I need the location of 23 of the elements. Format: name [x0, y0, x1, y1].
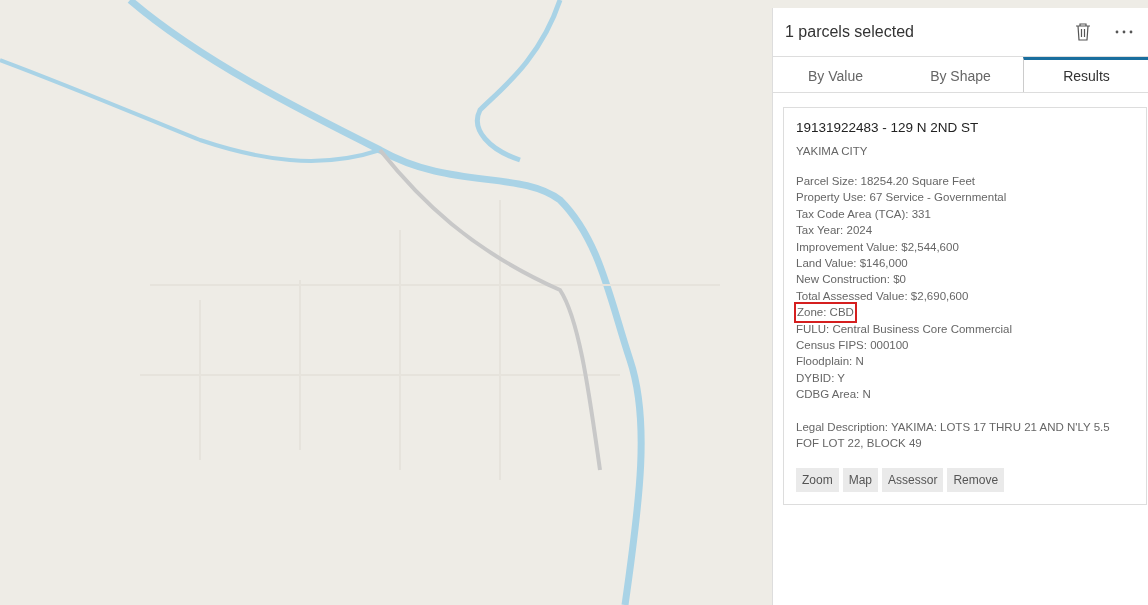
action-button[interactable]: Zoom — [796, 467, 839, 492]
attribute-text: Floodplain: N — [796, 354, 864, 370]
attribute-text: Tax Code Area (TCA): 331 — [796, 206, 931, 222]
action-button[interactable]: Map — [842, 467, 879, 492]
attribute-text: DYBID: Y — [796, 370, 845, 386]
attribute-text: New Construction: $0 — [796, 272, 906, 288]
attribute-text: Total Assessed Value: $2,690,600 — [796, 288, 969, 304]
attribute-text: Census FIPS: 000100 — [796, 338, 909, 354]
action-button[interactable]: Assessor — [882, 467, 944, 492]
attribute-text: Tax Year: 2024 — [796, 223, 873, 239]
panel-title: 1 parcels selected — [785, 23, 915, 41]
attribute-text: CDBG Area: N — [796, 387, 871, 403]
attribute-text: Parcel Size: 18254.20 Square Feet — [796, 174, 975, 189]
legal-description: Legal Description: YAKIMA: LOTS 17 THRU 21 AND N'LY 5.5 FOF LOT 22, BLOCK 49 — [796, 419, 1111, 452]
attribute-text: Zone: CBD — [796, 304, 855, 321]
parcel-heading: 19131922483 - 129 N 2ND ST — [796, 120, 980, 135]
attribute-text: Improvement Value: $2,544,600 — [796, 239, 959, 255]
tab[interactable]: Results — [1023, 57, 1148, 93]
attribute-text: Property Use: 67 Service - Governmental — [796, 190, 1007, 206]
attribute-text: FULU: Central Business Core Commercial — [796, 321, 1012, 337]
jurisdiction-text: YAKIMA CITY — [796, 145, 869, 157]
action-button[interactable]: Remove — [947, 467, 1005, 492]
attribute-text: Land Value: $146,000 — [796, 256, 908, 272]
